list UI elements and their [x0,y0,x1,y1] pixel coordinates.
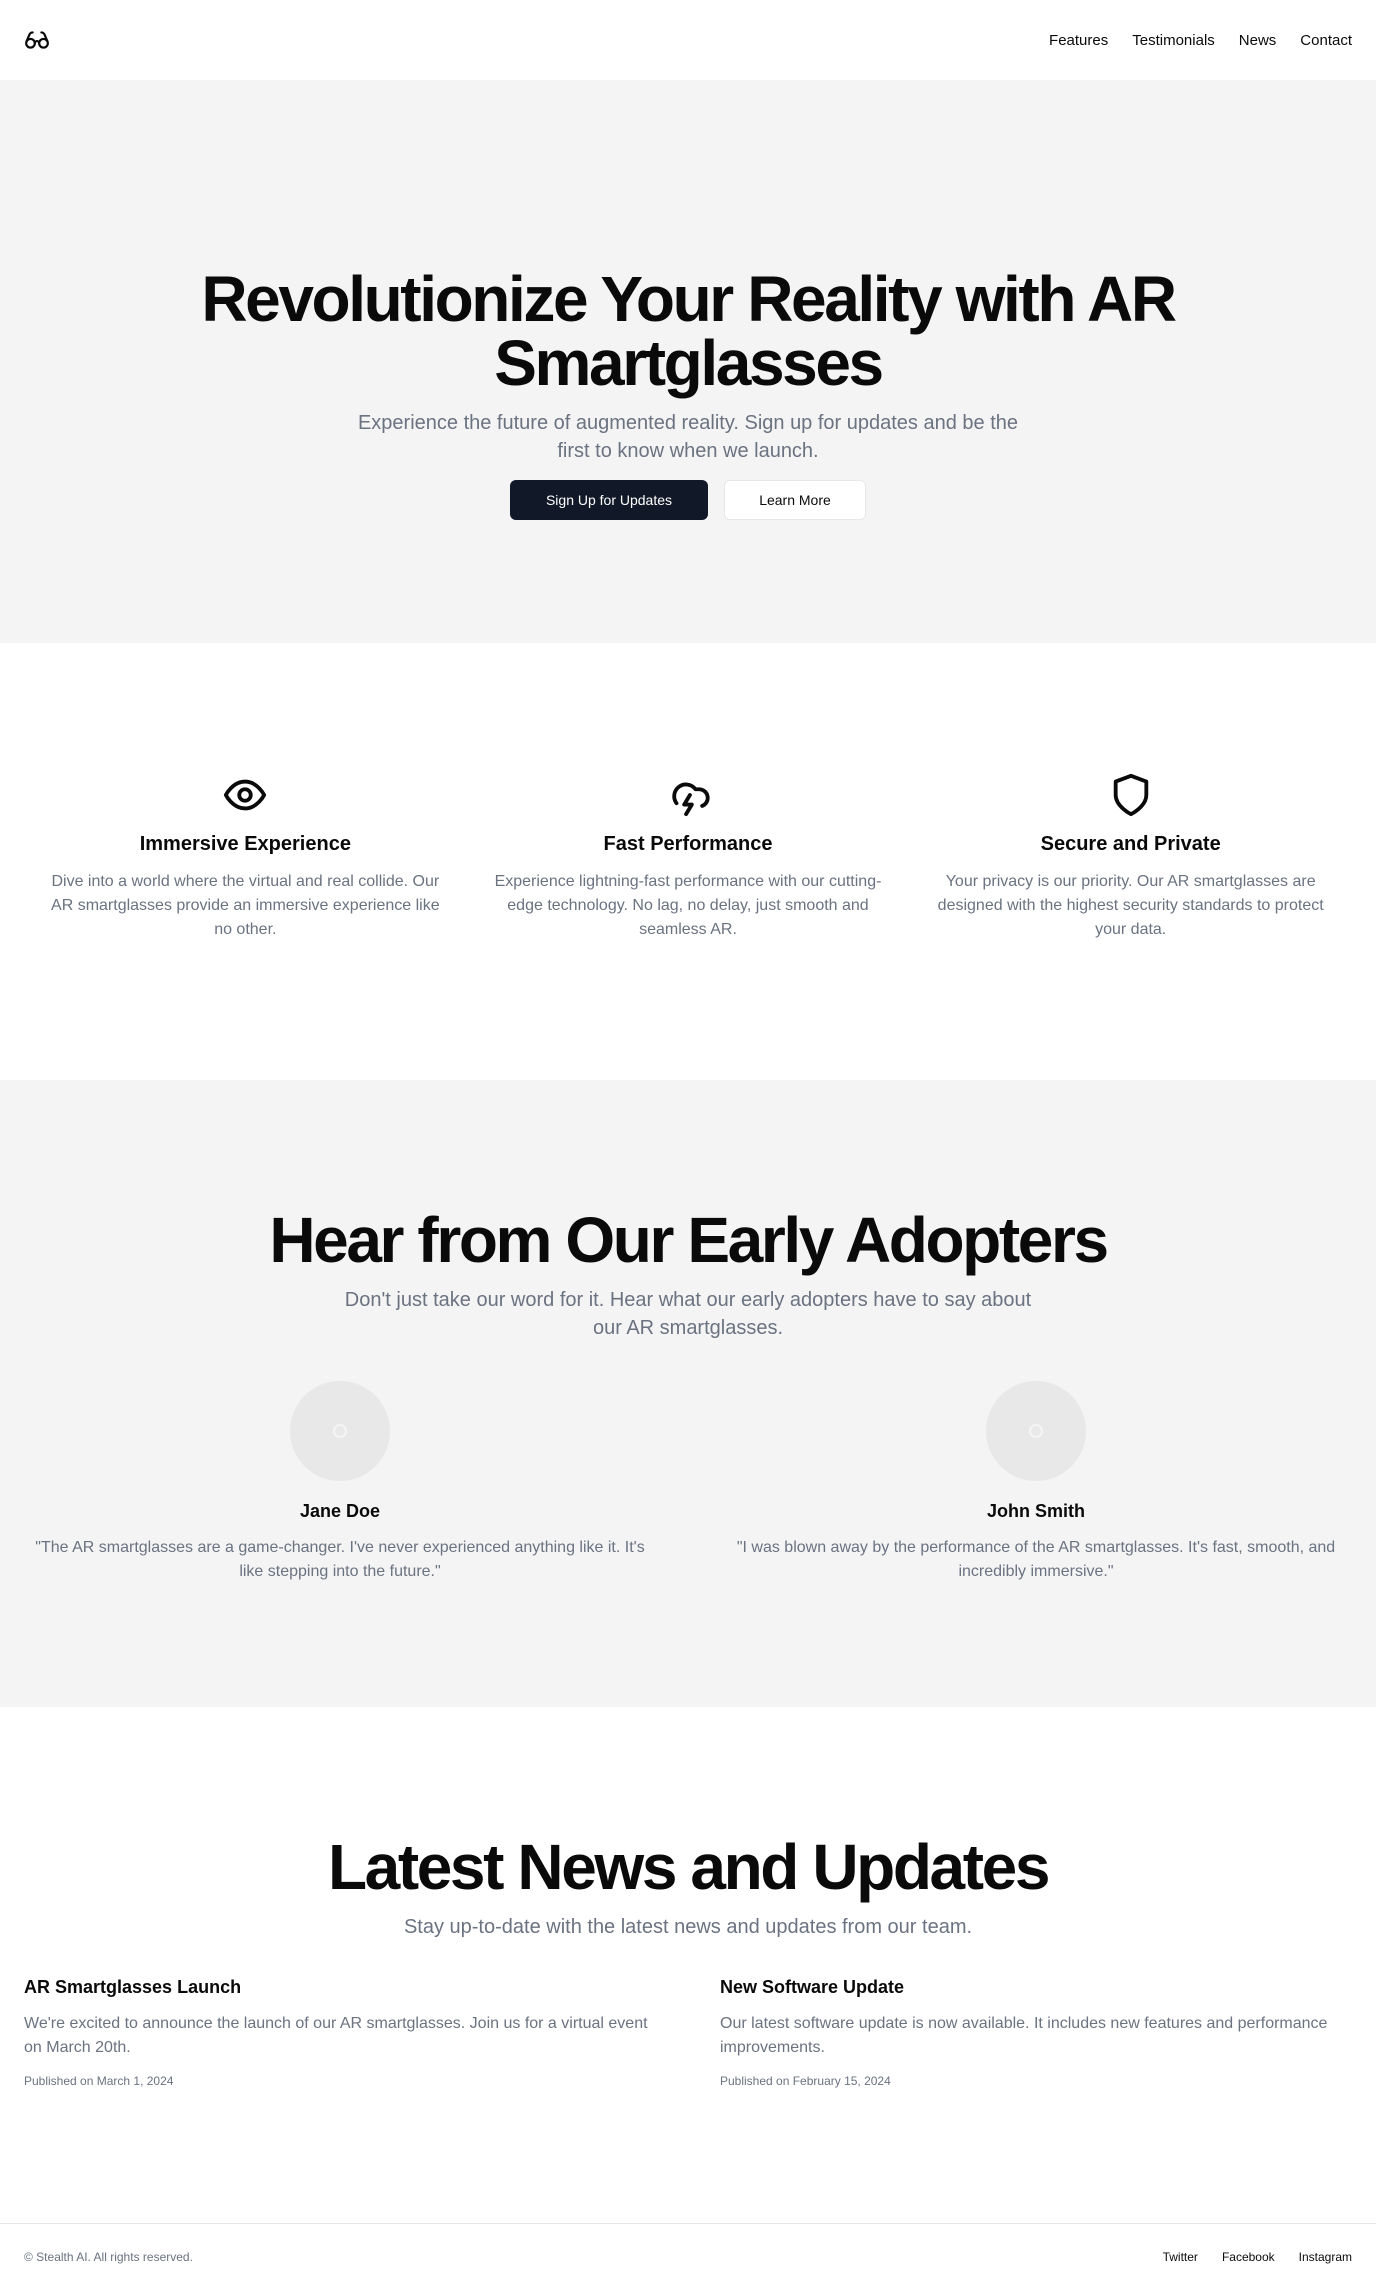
testimonial-list: Jane Doe "The AR smartglasses are a game… [0,1381,1376,1584]
site-header: Features Testimonials News Contact [0,0,1376,80]
testimonial-quote: "The AR smartglasses are a game-changer.… [35,1539,645,1580]
hero-title: Revolutionize Your Reality with AR Smart… [201,263,1177,399]
hero-actions: Sign Up for Updates Learn More [510,480,866,520]
news-item-title[interactable]: AR Smartglasses Launch [24,1977,656,1998]
testimonial-quote: "I was blown away by the performance of … [736,1539,1336,1580]
nav-link-contact[interactable]: Contact [1300,32,1352,49]
feature-description: Experience lightning-fast performance wi… [494,873,882,938]
testimonials-subtitle: Don't just take our word for it. Hear wh… [344,1289,1032,1339]
shield-icon [1107,771,1155,819]
feature-title: Immersive Experience [139,833,351,855]
news-item: AR Smartglasses Launch We're excited to … [24,1977,656,2088]
news-section: Latest News and Updates Stay up-to-date … [0,1707,1376,2223]
main-nav: Features Testimonials News Contact [1049,32,1352,49]
avatar [290,1381,390,1481]
news-item-date: Published on February 15, 2024 [720,2074,891,2088]
footer-link-facebook[interactable]: Facebook [1222,2250,1275,2264]
testimonial-card: John Smith "I was blown away by the perf… [720,1381,1352,1584]
avatar-placeholder-icon [1029,1424,1043,1438]
nav-link-news[interactable]: News [1239,32,1277,49]
news-item-body: Our latest software update is now availa… [720,2015,1328,2056]
testimonial-name: Jane Doe [299,1501,381,1521]
footer-link-twitter[interactable]: Twitter [1163,2250,1198,2264]
testimonials-title: Hear from Our Early Adopters [269,1204,1109,1276]
news-item-body: We're excited to announce the launch of … [24,2015,648,2056]
eye-icon [221,771,269,819]
news-list: AR Smartglasses Launch We're excited to … [0,1977,1376,2088]
feature-title: Fast Performance [603,833,773,855]
hero-section: Revolutionize Your Reality with AR Smart… [0,80,1376,643]
feature-description: Your privacy is our priority. Our AR sma… [937,873,1324,938]
news-item-title[interactable]: New Software Update [720,1977,1352,1998]
learn-more-button[interactable]: Learn More [724,480,866,520]
nav-link-features[interactable]: Features [1049,32,1108,49]
testimonial-card: Jane Doe "The AR smartglasses are a game… [24,1381,656,1584]
feature-card: Fast Performance Experience lightning-fa… [467,771,910,1080]
testimonial-name: John Smith [987,1501,1085,1521]
glasses-icon[interactable] [24,27,50,53]
copyright: © Stealth AI. All rights reserved. [24,2249,193,2264]
news-subtitle: Stay up-to-date with the latest news and… [403,1916,973,1938]
site-footer: © Stealth AI. All rights reserved. Twitt… [0,2223,1376,2289]
feature-card: Immersive Experience Dive into a world w… [24,771,467,1080]
news-item: New Software Update Our latest software … [720,1977,1352,2088]
avatar-placeholder-icon [333,1424,347,1438]
sign-up-button[interactable]: Sign Up for Updates [510,480,708,520]
avatar [986,1381,1086,1481]
feature-title: Secure and Private [1040,833,1221,855]
cloud-lightning-icon [664,771,712,819]
feature-card: Secure and Private Your privacy is our p… [909,771,1352,1080]
hero-subtitle: Experience the future of augmented reali… [357,412,1019,462]
nav-link-testimonials[interactable]: Testimonials [1132,32,1215,49]
feature-description: Dive into a world where the virtual and … [51,873,440,938]
footer-link-instagram[interactable]: Instagram [1299,2250,1352,2264]
news-title: Latest News and Updates [327,1831,1051,1903]
testimonials-section: Hear from Our Early Adopters Don't just … [0,1080,1376,1707]
news-item-date: Published on March 1, 2024 [24,2074,174,2088]
features-section: Immersive Experience Dive into a world w… [0,643,1376,1080]
footer-links: Twitter Facebook Instagram [1163,2250,1352,2264]
